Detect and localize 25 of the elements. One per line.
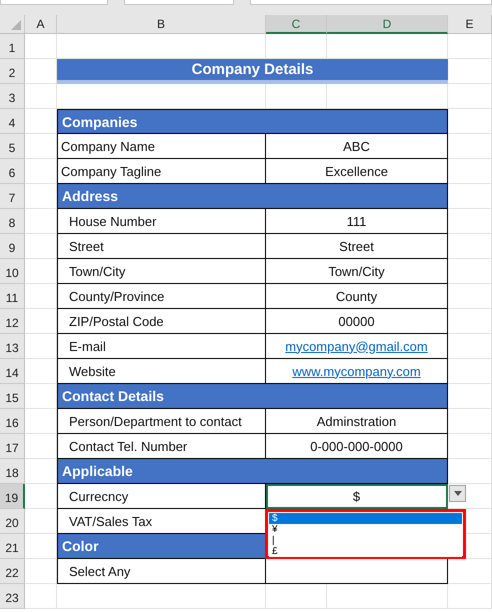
field-label: Town/City: [57, 259, 266, 284]
section-header: Applicable: [57, 459, 448, 484]
cell-value: Adminstration: [316, 414, 396, 428]
cell-value: 00000: [338, 314, 375, 328]
field-label: ZIP/Postal Code: [57, 309, 266, 334]
section-header: Address: [57, 184, 448, 209]
cell-value: $: [352, 488, 360, 504]
field-label: Currecncy: [57, 484, 266, 509]
cell-value: 0-000-000-0000: [310, 438, 403, 454]
field-label: Person/Department to contact: [57, 409, 266, 434]
field-label: Select Any: [57, 559, 266, 584]
cell-value: 111: [346, 214, 366, 228]
cell-value: ABC: [343, 138, 370, 154]
field-label: Street: [57, 234, 266, 259]
cell-value: County: [336, 288, 378, 304]
cell-value: Excellence: [325, 164, 388, 178]
cell-value: Town/City: [328, 264, 385, 278]
sheet-title: Company Details: [57, 59, 448, 84]
field-label: County/Province: [57, 284, 266, 309]
field-label: Company Name: [57, 134, 266, 159]
field-label: House Number: [57, 209, 266, 234]
field-label: E-mail: [57, 334, 266, 359]
cell-value: Street: [339, 238, 374, 254]
section-header: Companies: [57, 109, 448, 134]
section-header: Contact Details: [57, 384, 448, 409]
